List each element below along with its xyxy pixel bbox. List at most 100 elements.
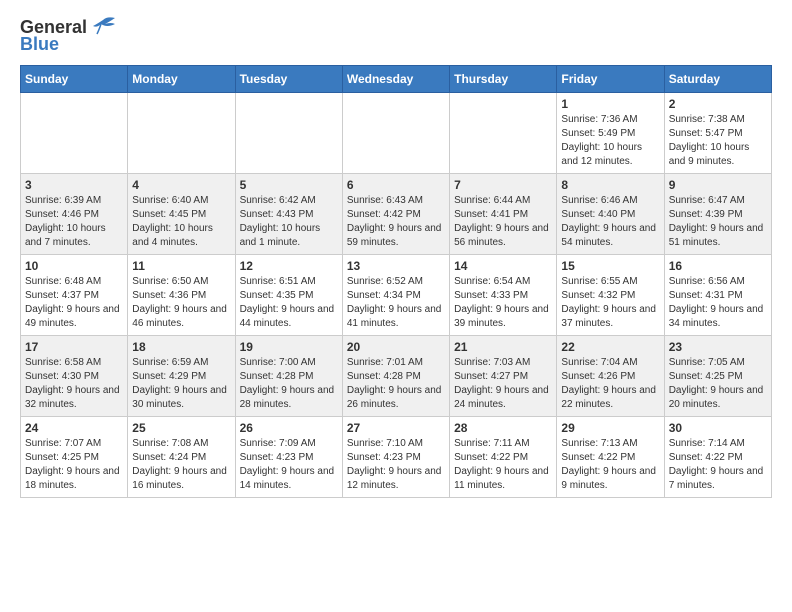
calendar-cell: 24 Sunrise: 7:07 AM Sunset: 4:25 PM Dayli…: [21, 417, 128, 498]
calendar-cell: 20Sunrise: 7:01 AM Sunset: 4:28 PM Dayli…: [342, 336, 449, 417]
day-info: Sunrise: 7:14 AM Sunset: 4:22 PM Dayligh…: [669, 437, 767, 493]
calendar-cell: 10 Sunrise: 6:48 AM Sunset: 4:37 PM Dayli…: [21, 255, 128, 336]
day-info: Sunrise: 7:09 AM Sunset: 4:23 PM Dayligh…: [240, 437, 338, 493]
calendar-cell: 2 Sunrise: 7:38 AM Sunset: 5:47 PM Daylig…: [664, 93, 771, 174]
day-info: Sunrise: 6:42 AM Sunset: 4:43 PM Dayligh…: [240, 194, 338, 250]
calendar-cell: 17 Sunrise: 6:58 AM Sunset: 4:30 PM Dayli…: [21, 336, 128, 417]
day-info: Sunrise: 7:10 AM Sunset: 4:23 PM Dayligh…: [347, 437, 445, 493]
day-number: 30: [669, 421, 767, 435]
day-number: 14: [454, 259, 552, 273]
calendar-table: SundayMondayTuesdayWednesdayThursdayFrid…: [20, 65, 772, 498]
calendar-cell: 1Sunrise: 7:36 AM Sunset: 5:49 PM Daylig…: [557, 93, 664, 174]
day-number: 11: [132, 259, 230, 273]
day-info: Sunrise: 6:50 AM Sunset: 4:36 PM Dayligh…: [132, 275, 230, 331]
day-number: 17: [25, 340, 123, 354]
calendar-cell: 30 Sunrise: 7:14 AM Sunset: 4:22 PM Dayli…: [664, 417, 771, 498]
day-number: 23: [669, 340, 767, 354]
day-info: Sunrise: 7:03 AM Sunset: 4:27 PM Dayligh…: [454, 356, 552, 412]
calendar-cell: [342, 93, 449, 174]
day-info: Sunrise: 6:58 AM Sunset: 4:30 PM Dayligh…: [25, 356, 123, 412]
calendar-cell: [21, 93, 128, 174]
calendar-cell: 28 Sunrise: 7:11 AM Sunset: 4:22 PM Dayli…: [450, 417, 557, 498]
day-info: Sunrise: 6:54 AM Sunset: 4:33 PM Dayligh…: [454, 275, 552, 331]
calendar-cell: 26 Sunrise: 7:09 AM Sunset: 4:23 PM Dayli…: [235, 417, 342, 498]
day-info: Sunrise: 6:40 AM Sunset: 4:45 PM Dayligh…: [132, 194, 230, 250]
day-info: Sunrise: 6:56 AM Sunset: 4:31 PM Dayligh…: [669, 275, 767, 331]
calendar-cell: 15 Sunrise: 6:55 AM Sunset: 4:32 PM Dayli…: [557, 255, 664, 336]
day-info: Sunrise: 7:11 AM Sunset: 4:22 PM Dayligh…: [454, 437, 552, 493]
day-info: Sunrise: 6:43 AM Sunset: 4:42 PM Dayligh…: [347, 194, 445, 250]
calendar-cell: 23 Sunrise: 7:05 AM Sunset: 4:25 PM Dayli…: [664, 336, 771, 417]
header-day-saturday: Saturday: [664, 66, 771, 93]
day-info: Sunrise: 7:00 AM Sunset: 4:28 PM Dayligh…: [240, 356, 338, 412]
header: General Blue: [20, 16, 772, 55]
day-info: Sunrise: 7:36 AM Sunset: 5:49 PM Dayligh…: [561, 113, 659, 169]
day-number: 16: [669, 259, 767, 273]
day-number: 4: [132, 178, 230, 192]
logo: General Blue: [20, 16, 117, 55]
day-info: Sunrise: 6:51 AM Sunset: 4:35 PM Dayligh…: [240, 275, 338, 331]
day-info: Sunrise: 7:08 AM Sunset: 4:24 PM Dayligh…: [132, 437, 230, 493]
day-info: Sunrise: 6:52 AM Sunset: 4:34 PM Dayligh…: [347, 275, 445, 331]
day-info: Sunrise: 6:55 AM Sunset: 4:32 PM Dayligh…: [561, 275, 659, 331]
day-number: 18: [132, 340, 230, 354]
calendar-cell: [128, 93, 235, 174]
calendar-cell: 5Sunrise: 6:42 AM Sunset: 4:43 PM Daylig…: [235, 174, 342, 255]
calendar-cell: [235, 93, 342, 174]
day-number: 12: [240, 259, 338, 273]
calendar-cell: 8Sunrise: 6:46 AM Sunset: 4:40 PM Daylig…: [557, 174, 664, 255]
calendar-week-row: 1Sunrise: 7:36 AM Sunset: 5:49 PM Daylig…: [21, 93, 772, 174]
calendar-header-row: SundayMondayTuesdayWednesdayThursdayFrid…: [21, 66, 772, 93]
day-info: Sunrise: 7:13 AM Sunset: 4:22 PM Dayligh…: [561, 437, 659, 493]
calendar-cell: 13 Sunrise: 6:52 AM Sunset: 4:34 PM Dayli…: [342, 255, 449, 336]
day-info: Sunrise: 6:59 AM Sunset: 4:29 PM Dayligh…: [132, 356, 230, 412]
calendar-cell: 29 Sunrise: 7:13 AM Sunset: 4:22 PM Dayli…: [557, 417, 664, 498]
calendar-cell: 6 Sunrise: 6:43 AM Sunset: 4:42 PM Daylig…: [342, 174, 449, 255]
calendar-cell: [450, 93, 557, 174]
header-day-monday: Monday: [128, 66, 235, 93]
calendar-week-row: 3 Sunrise: 6:39 AM Sunset: 4:46 PM Daylig…: [21, 174, 772, 255]
calendar-cell: 4 Sunrise: 6:40 AM Sunset: 4:45 PM Daylig…: [128, 174, 235, 255]
day-number: 8: [561, 178, 659, 192]
day-number: 3: [25, 178, 123, 192]
calendar-cell: 22 Sunrise: 7:04 AM Sunset: 4:26 PM Dayli…: [557, 336, 664, 417]
calendar-cell: 11 Sunrise: 6:50 AM Sunset: 4:36 PM Dayli…: [128, 255, 235, 336]
calendar-cell: 16 Sunrise: 6:56 AM Sunset: 4:31 PM Dayli…: [664, 255, 771, 336]
day-number: 15: [561, 259, 659, 273]
calendar-week-row: 10 Sunrise: 6:48 AM Sunset: 4:37 PM Dayli…: [21, 255, 772, 336]
calendar-cell: 18 Sunrise: 6:59 AM Sunset: 4:29 PM Dayli…: [128, 336, 235, 417]
day-info: Sunrise: 7:04 AM Sunset: 4:26 PM Dayligh…: [561, 356, 659, 412]
calendar-cell: 14 Sunrise: 6:54 AM Sunset: 4:33 PM Dayli…: [450, 255, 557, 336]
day-info: Sunrise: 7:38 AM Sunset: 5:47 PM Dayligh…: [669, 113, 767, 169]
day-number: 7: [454, 178, 552, 192]
logo-bird-icon: [89, 16, 117, 38]
calendar-cell: 12 Sunrise: 6:51 AM Sunset: 4:35 PM Dayli…: [235, 255, 342, 336]
day-info: Sunrise: 6:48 AM Sunset: 4:37 PM Dayligh…: [25, 275, 123, 331]
calendar-cell: 27 Sunrise: 7:10 AM Sunset: 4:23 PM Dayli…: [342, 417, 449, 498]
calendar-cell: 3 Sunrise: 6:39 AM Sunset: 4:46 PM Daylig…: [21, 174, 128, 255]
day-info: Sunrise: 6:47 AM Sunset: 4:39 PM Dayligh…: [669, 194, 767, 250]
day-info: Sunrise: 7:05 AM Sunset: 4:25 PM Dayligh…: [669, 356, 767, 412]
day-info: Sunrise: 7:01 AM Sunset: 4:28 PM Dayligh…: [347, 356, 445, 412]
day-number: 24: [25, 421, 123, 435]
day-info: Sunrise: 6:39 AM Sunset: 4:46 PM Dayligh…: [25, 194, 123, 250]
calendar-cell: 21 Sunrise: 7:03 AM Sunset: 4:27 PM Dayli…: [450, 336, 557, 417]
day-info: Sunrise: 7:07 AM Sunset: 4:25 PM Dayligh…: [25, 437, 123, 493]
day-number: 13: [347, 259, 445, 273]
calendar-cell: 9Sunrise: 6:47 AM Sunset: 4:39 PM Daylig…: [664, 174, 771, 255]
day-number: 29: [561, 421, 659, 435]
day-number: 21: [454, 340, 552, 354]
header-day-sunday: Sunday: [21, 66, 128, 93]
day-number: 25: [132, 421, 230, 435]
header-day-friday: Friday: [557, 66, 664, 93]
header-day-tuesday: Tuesday: [235, 66, 342, 93]
day-number: 28: [454, 421, 552, 435]
day-number: 10: [25, 259, 123, 273]
day-number: 2: [669, 97, 767, 111]
day-number: 22: [561, 340, 659, 354]
day-number: 26: [240, 421, 338, 435]
day-number: 19: [240, 340, 338, 354]
day-number: 27: [347, 421, 445, 435]
day-number: 6: [347, 178, 445, 192]
calendar-cell: 19 Sunrise: 7:00 AM Sunset: 4:28 PM Dayli…: [235, 336, 342, 417]
